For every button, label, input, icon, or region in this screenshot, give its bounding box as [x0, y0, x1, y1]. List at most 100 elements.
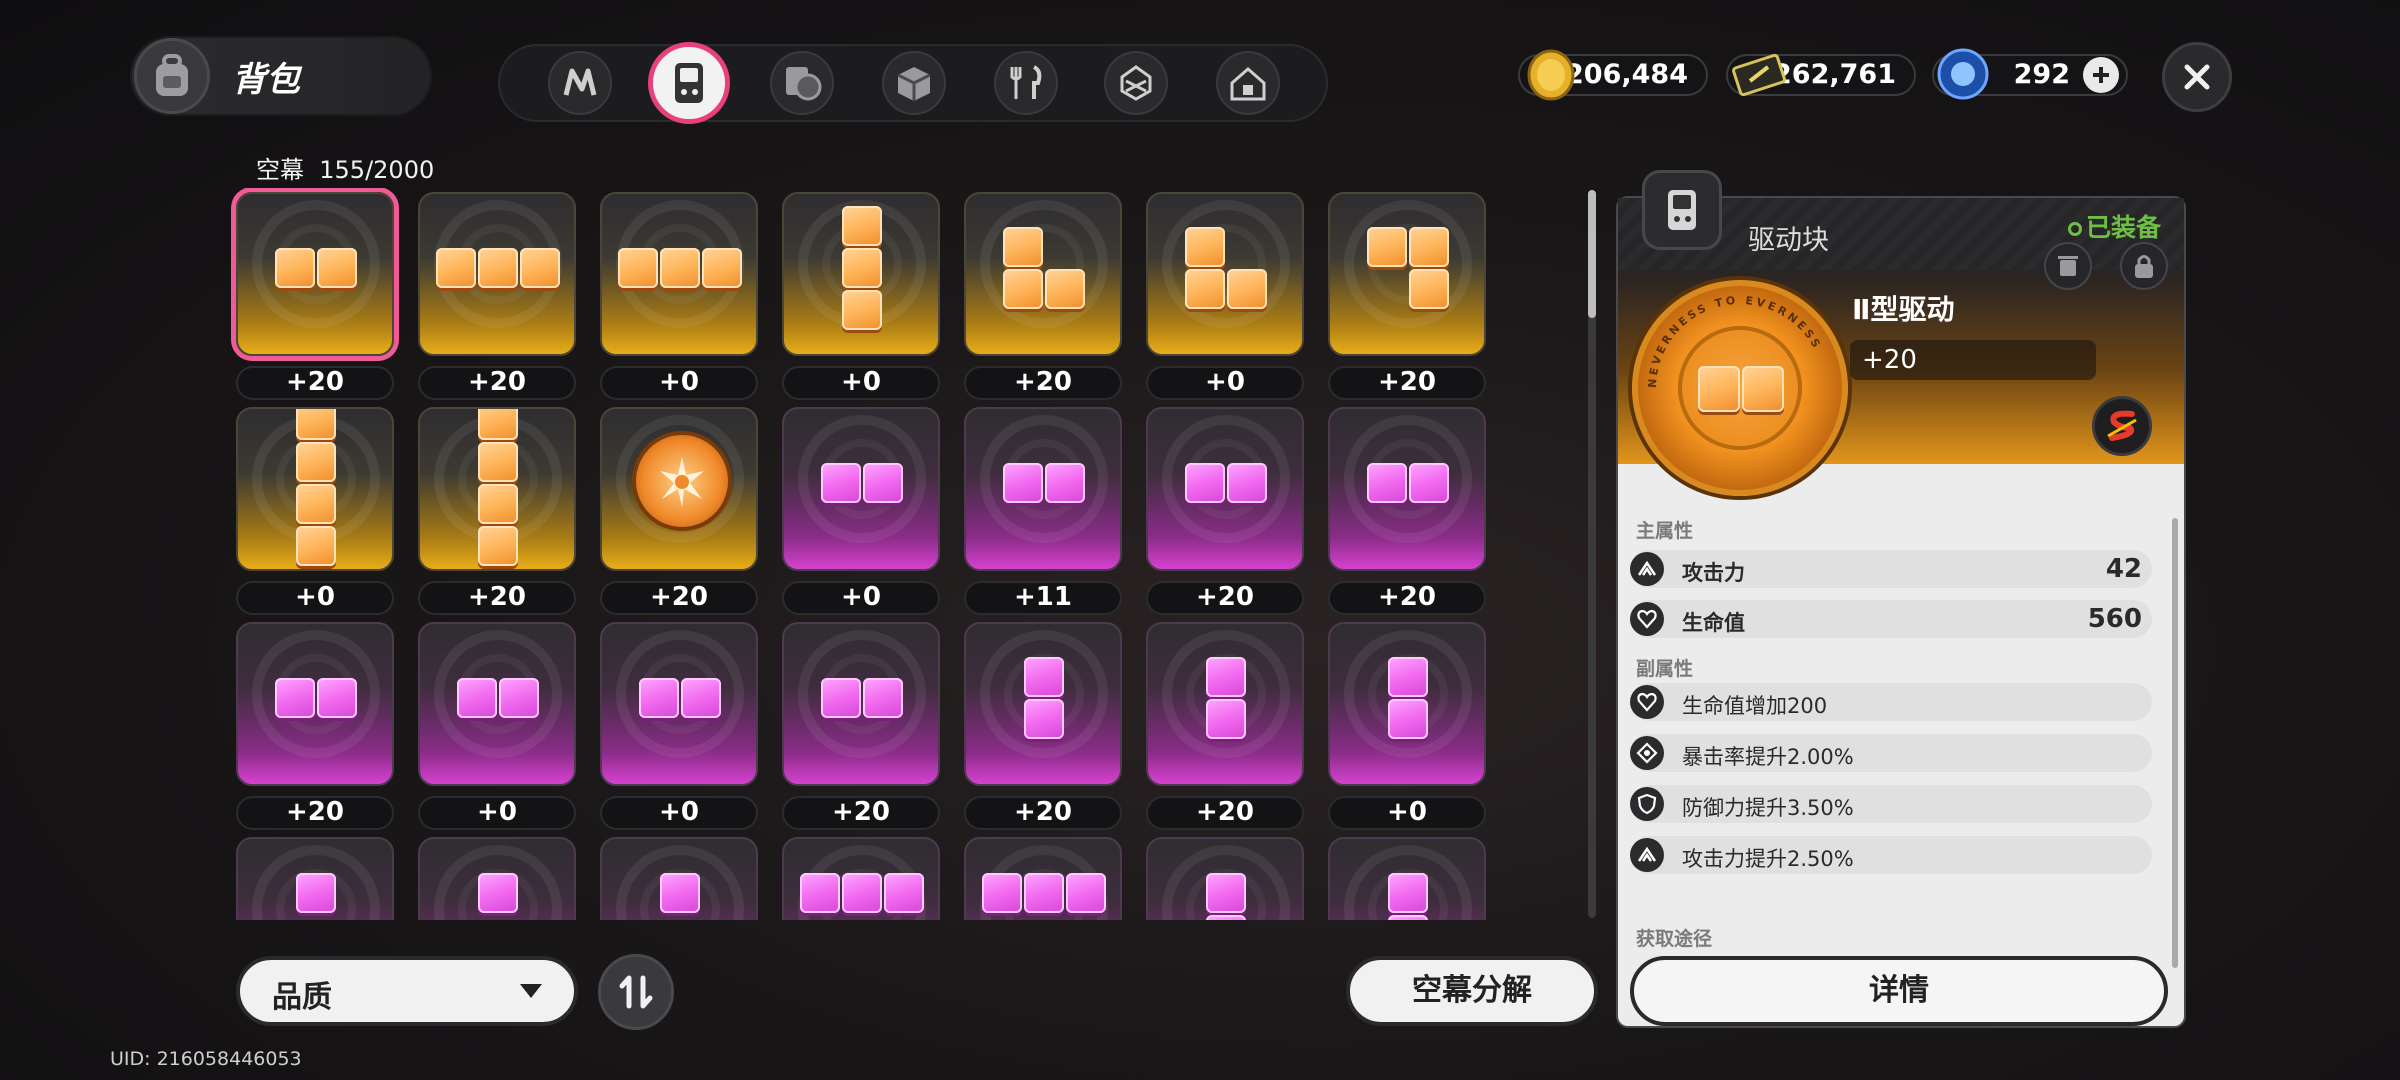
- item-level-label: +20: [1146, 581, 1304, 615]
- block-tile: [863, 463, 903, 503]
- block-tile: [1024, 657, 1064, 697]
- hp-heart-icon: [1630, 602, 1664, 636]
- inventory-item[interactable]: [782, 407, 940, 571]
- inventory-item[interactable]: [600, 622, 758, 786]
- inventory-item[interactable]: [1146, 407, 1304, 571]
- item-level-label: +11: [964, 581, 1122, 615]
- block-tile: [478, 248, 518, 288]
- add-crystal-button[interactable]: [2083, 57, 2119, 93]
- item-level-label: +20: [418, 366, 576, 400]
- block-tile: [1206, 657, 1246, 697]
- source-title: 获取途径: [1636, 928, 1713, 950]
- block-tile: [275, 678, 315, 718]
- capacity-label: 空幕 155/2000: [256, 150, 434, 185]
- inventory-item[interactable]: [1328, 192, 1486, 356]
- inventory-item[interactable]: [418, 837, 576, 920]
- block-tile: [1185, 227, 1225, 267]
- details-button[interactable]: 详情: [1630, 956, 2168, 1026]
- inventory-item[interactable]: [782, 837, 940, 920]
- block-tile: [842, 248, 882, 288]
- equipped-dot-icon: [2068, 222, 2082, 236]
- capacity-name: 空幕: [256, 156, 304, 184]
- block-tile: [1409, 227, 1449, 267]
- block-tile: [1698, 366, 1740, 412]
- inventory-item[interactable]: [1328, 622, 1486, 786]
- delete-button[interactable]: [2044, 242, 2092, 290]
- inventory-item[interactable]: [600, 837, 758, 920]
- block-tile: [1024, 873, 1064, 913]
- block-tile: [317, 678, 357, 718]
- block-tile: [639, 678, 679, 718]
- block-tile: [499, 678, 539, 718]
- inventory-item[interactable]: [964, 837, 1122, 920]
- inventory-item[interactable]: [1146, 622, 1304, 786]
- block-tile: [296, 442, 336, 482]
- block-tile: [1206, 699, 1246, 739]
- inventory-item[interactable]: [236, 407, 394, 571]
- tab-index-icon[interactable]: [548, 51, 612, 115]
- close-button[interactable]: [2162, 42, 2232, 112]
- trash-icon: [2058, 256, 2078, 276]
- inventory-item[interactable]: [964, 192, 1122, 356]
- defense-shield-icon: [1630, 787, 1664, 821]
- inventory-item[interactable]: [236, 837, 394, 920]
- block-tile: [1367, 227, 1407, 267]
- block-tile: [478, 442, 518, 482]
- tab-device-icon[interactable]: [648, 42, 730, 124]
- slot-title: 驱动块: [1748, 225, 1829, 256]
- block-tile: [800, 873, 840, 913]
- lock-icon: [2135, 255, 2153, 278]
- detail-scrollbar[interactable]: [2172, 518, 2178, 968]
- inventory-item[interactable]: [782, 622, 940, 786]
- inventory-item[interactable]: [782, 192, 940, 356]
- crystal-amount: 292: [2013, 59, 2070, 90]
- attack-icon: [1630, 838, 1664, 872]
- lock-button[interactable]: [2120, 242, 2168, 290]
- capacity-count: 155/2000: [319, 156, 435, 184]
- block-tile: [1409, 269, 1449, 309]
- crystal-icon: [1934, 45, 1992, 103]
- tab-disc-icon[interactable]: [770, 51, 834, 115]
- inventory-scroll-thumb[interactable]: [1588, 190, 1596, 318]
- inventory-item[interactable]: [418, 192, 576, 356]
- block-tile: [1227, 269, 1267, 309]
- block-tile: [660, 248, 700, 288]
- gold-coin-icon: [1522, 45, 1580, 103]
- inventory-item[interactable]: [964, 407, 1122, 571]
- sub-attr-name: 生命值增加200: [1682, 694, 1828, 718]
- inventory-item[interactable]: [1328, 837, 1486, 920]
- inventory-item[interactable]: [418, 622, 576, 786]
- inventory-item[interactable]: [418, 407, 576, 571]
- block-tile: [296, 526, 336, 566]
- inventory-item[interactable]: [600, 192, 758, 356]
- block-tile: [296, 484, 336, 524]
- item-level-label: +20: [236, 796, 394, 830]
- item-level-label: +20: [1328, 366, 1486, 400]
- inventory-item[interactable]: [1328, 407, 1486, 571]
- decompose-button[interactable]: 空幕分解: [1346, 956, 1598, 1026]
- user-id: UID: 216058446053: [110, 1048, 302, 1070]
- item-level-label: +20: [964, 796, 1122, 830]
- block-tile: [1003, 463, 1043, 503]
- item-level-label: +0: [600, 366, 758, 400]
- page-title: 背包: [232, 60, 300, 100]
- tab-cube-icon[interactable]: [1104, 51, 1168, 115]
- tab-food-icon[interactable]: [994, 51, 1058, 115]
- block-tile: [1045, 463, 1085, 503]
- sort-icon: [619, 975, 653, 1009]
- tab-box-icon[interactable]: [882, 51, 946, 115]
- main-attr-name: 生命值: [1682, 611, 1745, 635]
- block-tile: [863, 678, 903, 718]
- inventory-item[interactable]: [1146, 837, 1304, 920]
- sort-button[interactable]: [598, 954, 674, 1030]
- block-tile: [1367, 463, 1407, 503]
- block-tile: [660, 873, 700, 913]
- inventory-item[interactable]: [236, 622, 394, 786]
- inventory-item[interactable]: [964, 622, 1122, 786]
- inventory-item[interactable]: [236, 192, 394, 356]
- crit-rate-icon: [1630, 736, 1664, 770]
- tab-home-icon[interactable]: [1216, 51, 1280, 115]
- inventory-item[interactable]: [600, 407, 758, 571]
- inventory-item[interactable]: [1146, 192, 1304, 356]
- inventory-grid: +20 +20 +0 +0 +20 +0 +20 +0 +20 +20 +0 +11 +20 +20 +20…: [230, 188, 1490, 920]
